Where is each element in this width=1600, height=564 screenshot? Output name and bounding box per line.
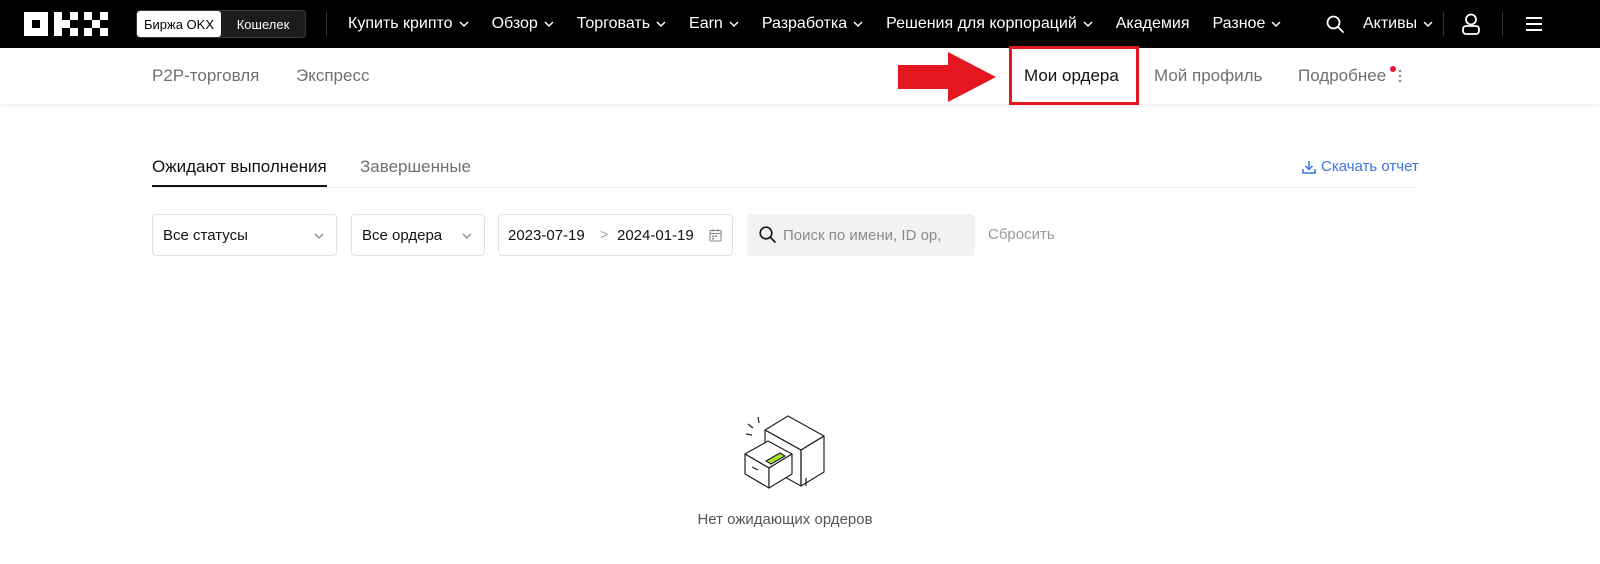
menu-icon[interactable] — [1525, 16, 1543, 32]
nav-item-label: Разное — [1212, 15, 1266, 32]
search-icon — [759, 226, 776, 243]
product-switch: Биржа OKX Кошелек — [136, 10, 306, 38]
more-dots-icon[interactable] — [1398, 69, 1402, 83]
tabs-divider — [152, 187, 1417, 188]
nav-item-label: Решения для корпораций — [886, 15, 1077, 32]
reset-filters-button[interactable]: Сбросить — [988, 226, 1055, 243]
download-report-link[interactable]: Скачать отчет — [1302, 158, 1419, 175]
download-icon — [1302, 160, 1316, 174]
nav-item-label: Купить крипто — [348, 15, 453, 32]
date-from[interactable]: 2023-07-19 — [508, 227, 585, 244]
tab-completed[interactable]: Завершенные — [360, 157, 471, 177]
chevron-down-icon — [853, 21, 863, 28]
chevron-down-icon — [314, 233, 324, 239]
nav-item-3[interactable]: Торговать — [577, 15, 666, 33]
notification-dot — [1390, 66, 1396, 72]
nav-item-5[interactable]: Разработка — [762, 15, 863, 33]
express-link[interactable]: Экспресс — [296, 66, 369, 86]
chevron-down-icon — [1423, 21, 1433, 28]
download-report-label: Скачать отчет — [1321, 158, 1419, 175]
okx-logo[interactable] — [24, 12, 108, 36]
orders-select[interactable]: Все ордера — [351, 214, 485, 256]
status-select-value: Все статусы — [163, 226, 248, 244]
order-search-input[interactable] — [783, 214, 969, 256]
assets-label: Активы — [1363, 15, 1418, 32]
assets-menu[interactable]: Активы — [1363, 15, 1433, 33]
nav-item-8[interactable]: Разное — [1213, 15, 1282, 33]
nav-item-1[interactable]: Купить крипто — [348, 15, 469, 33]
right-nav: Активы — [1326, 0, 1433, 48]
nav-item-label: Разработка — [761, 15, 848, 32]
chevron-down-icon — [729, 21, 739, 28]
p2p-trading-link[interactable]: P2P-торговля — [152, 66, 259, 86]
nav-item-label: Обзор — [491, 15, 538, 32]
exchange-switch-button[interactable]: Биржа OKX — [137, 11, 221, 37]
chevron-down-icon — [462, 233, 472, 239]
tab-pending[interactable]: Ожидают выполнения — [152, 157, 327, 177]
calendar-icon[interactable] — [709, 228, 722, 242]
nav-item-6[interactable]: Решения для корпораций — [886, 15, 1093, 33]
date-range-picker[interactable]: 2023-07-19 > 2024-01-19 — [498, 214, 733, 256]
annotation-arrow-icon — [898, 52, 996, 102]
p2p-subnav: P2P-торговля Экспресс Мои ордера Мой про… — [0, 48, 1600, 104]
user-icon[interactable] — [1461, 13, 1481, 35]
empty-box-icon — [744, 415, 825, 489]
nav-item-2[interactable]: Обзор — [492, 15, 554, 33]
chevron-down-icon — [1083, 21, 1093, 28]
nav-item-4[interactable]: Earn — [689, 15, 739, 33]
annotation-highlight-box — [1009, 46, 1139, 105]
divider — [326, 12, 327, 36]
chevron-down-icon — [656, 21, 666, 28]
nav-item-7[interactable]: Академия — [1116, 15, 1190, 33]
my-profile-link[interactable]: Мой профиль — [1154, 66, 1262, 86]
empty-state-message: Нет ожидающих ордеров — [697, 511, 873, 528]
date-separator: > — [600, 226, 609, 242]
status-select[interactable]: Все статусы — [152, 214, 337, 256]
chevron-down-icon — [459, 21, 469, 28]
nav-item-label: Earn — [689, 15, 723, 32]
top-navigation-bar: Биржа OKX Кошелек Купить крипто Обзор Торг… — [0, 0, 1600, 48]
order-search-box — [747, 214, 975, 256]
more-link[interactable]: Подробнее — [1298, 66, 1386, 86]
main-nav: Купить крипто Обзор Торговать Earn Разработк… — [348, 0, 1304, 48]
chevron-down-icon — [1271, 21, 1281, 28]
search-icon[interactable] — [1326, 15, 1344, 33]
nav-item-label: Торговать — [576, 15, 651, 32]
active-tab-indicator — [152, 185, 327, 187]
divider — [1502, 12, 1503, 36]
divider — [1443, 12, 1444, 36]
wallet-switch-button[interactable]: Кошелек — [221, 11, 305, 37]
date-to[interactable]: 2024-01-19 — [617, 227, 694, 244]
chevron-down-icon — [544, 21, 554, 28]
nav-item-label: Академия — [1115, 15, 1190, 32]
orders-select-value: Все ордера — [362, 226, 443, 244]
